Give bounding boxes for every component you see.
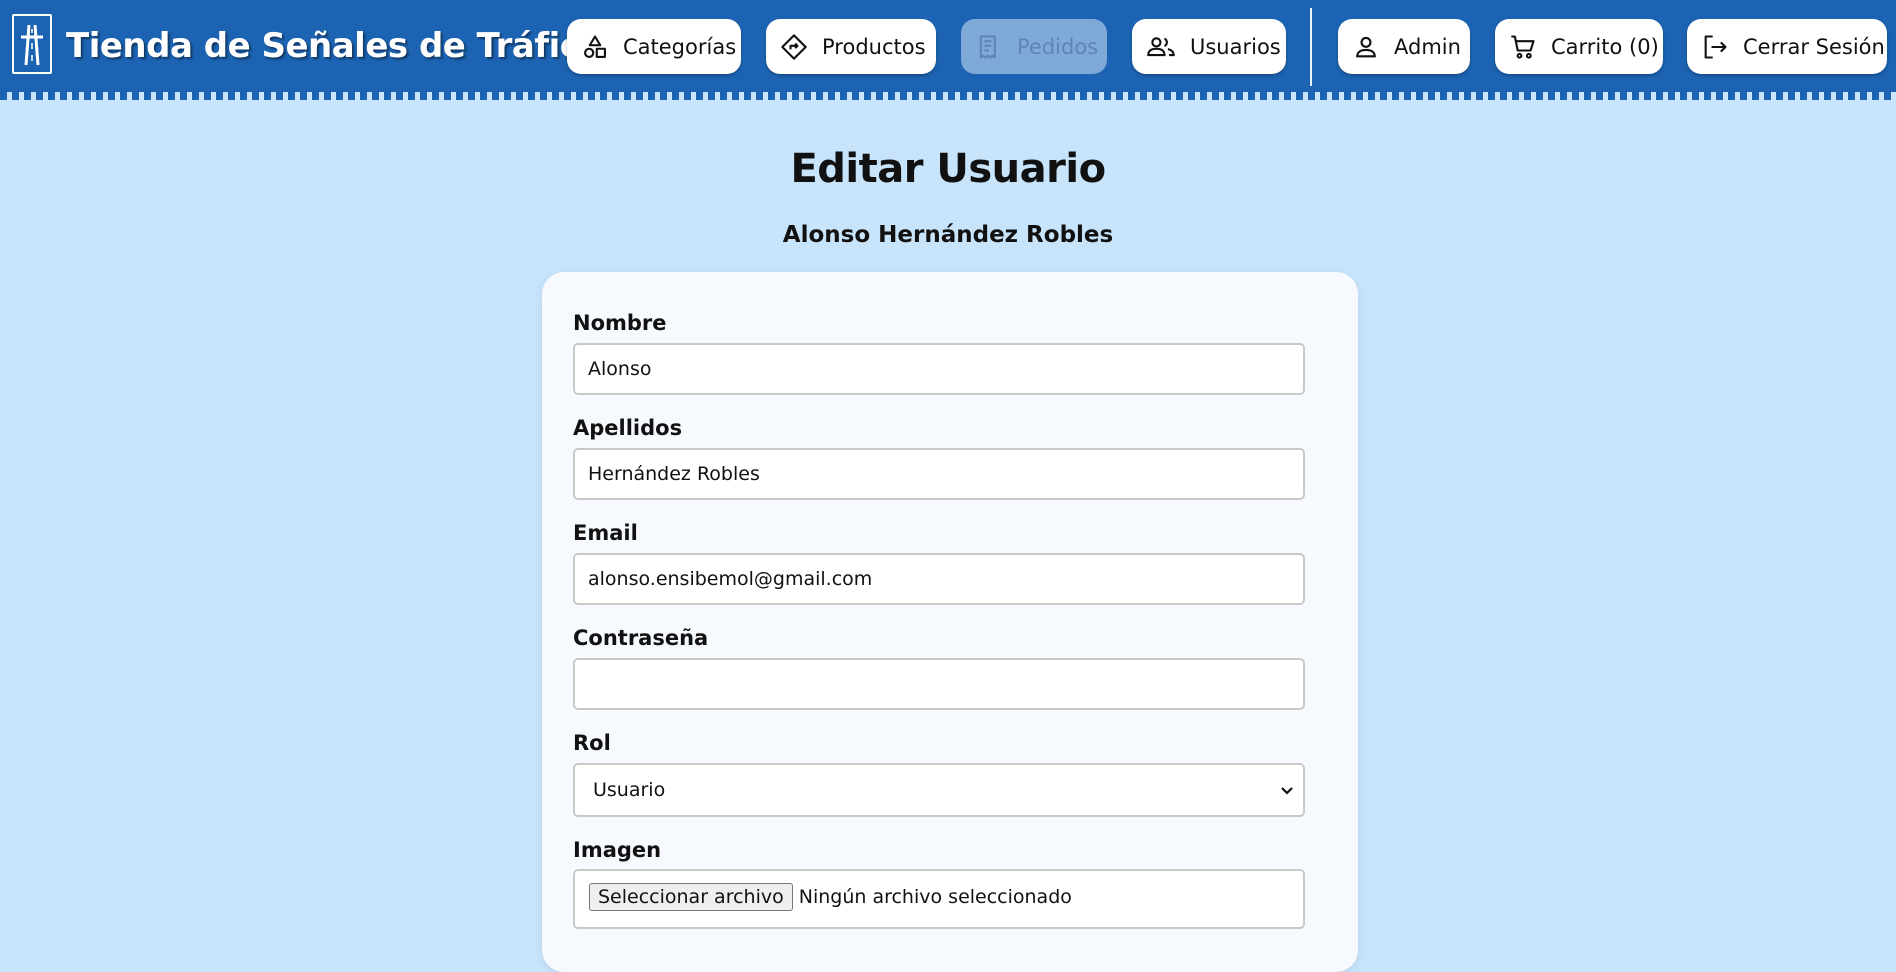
logout-icon xyxy=(1704,34,1727,59)
email-input[interactable] xyxy=(573,553,1305,605)
chevron-down-icon xyxy=(1281,787,1293,795)
nav-label: Cerrar Sesión xyxy=(1743,34,1885,59)
user-icon xyxy=(1356,36,1376,57)
nav-label: Usuarios xyxy=(1190,34,1281,59)
nav-button-carrito[interactable]: Carrito (0) xyxy=(1495,19,1663,74)
password-input[interactable] xyxy=(573,658,1305,710)
nav-button-pedidos[interactable]: Pedidos xyxy=(961,19,1107,74)
imagen-file-input[interactable]: Seleccionar archivo Ningún archivo selec… xyxy=(573,869,1305,929)
password-label: Contraseña xyxy=(573,626,709,650)
rol-label: Rol xyxy=(573,731,611,755)
imagen-label: Imagen xyxy=(573,838,662,862)
nav-label: Carrito (0) xyxy=(1551,34,1659,59)
nav-button-admin[interactable]: Admin xyxy=(1338,19,1470,74)
email-label: Email xyxy=(573,521,638,545)
nav-label: Productos xyxy=(822,34,926,59)
navbar-border-decoration xyxy=(0,92,1896,100)
nav-button-categorias[interactable]: Categorías xyxy=(567,19,741,74)
nav-button-cerrar-sesion[interactable]: Cerrar Sesión xyxy=(1687,19,1887,74)
receipt-icon xyxy=(979,34,996,59)
nav-divider xyxy=(1310,8,1312,86)
rol-selected-value: Usuario xyxy=(593,779,666,801)
users-icon xyxy=(1147,36,1175,56)
top-navbar: Tienda de Señales de Tráfico Categorías … xyxy=(0,0,1896,92)
cart-icon xyxy=(1511,34,1535,59)
select-file-button[interactable]: Seleccionar archivo xyxy=(589,883,793,911)
page-title: Editar Usuario xyxy=(790,146,1106,192)
nav-label: Categorías xyxy=(623,34,737,59)
rol-select[interactable]: Usuario xyxy=(573,763,1305,817)
diamond-sign-icon xyxy=(781,33,807,60)
user-fullname-subtitle: Alonso Hernández Robles xyxy=(782,222,1114,248)
file-status-text: Ningún archivo seleccionado xyxy=(798,886,1072,908)
shapes-icon xyxy=(584,34,606,58)
apellidos-input[interactable] xyxy=(573,448,1305,500)
nav-label: Admin xyxy=(1394,34,1461,59)
apellidos-label: Apellidos xyxy=(573,416,683,440)
store-brand-title[interactable]: Tienda de Señales de Tráfico xyxy=(66,22,603,70)
nav-button-usuarios[interactable]: Usuarios xyxy=(1132,19,1286,74)
nombre-input[interactable] xyxy=(573,343,1305,395)
nav-button-productos[interactable]: Productos xyxy=(766,19,936,74)
nav-label: Pedidos xyxy=(1017,34,1099,59)
motorway-logo-icon[interactable] xyxy=(12,14,52,74)
nombre-label: Nombre xyxy=(573,311,667,335)
